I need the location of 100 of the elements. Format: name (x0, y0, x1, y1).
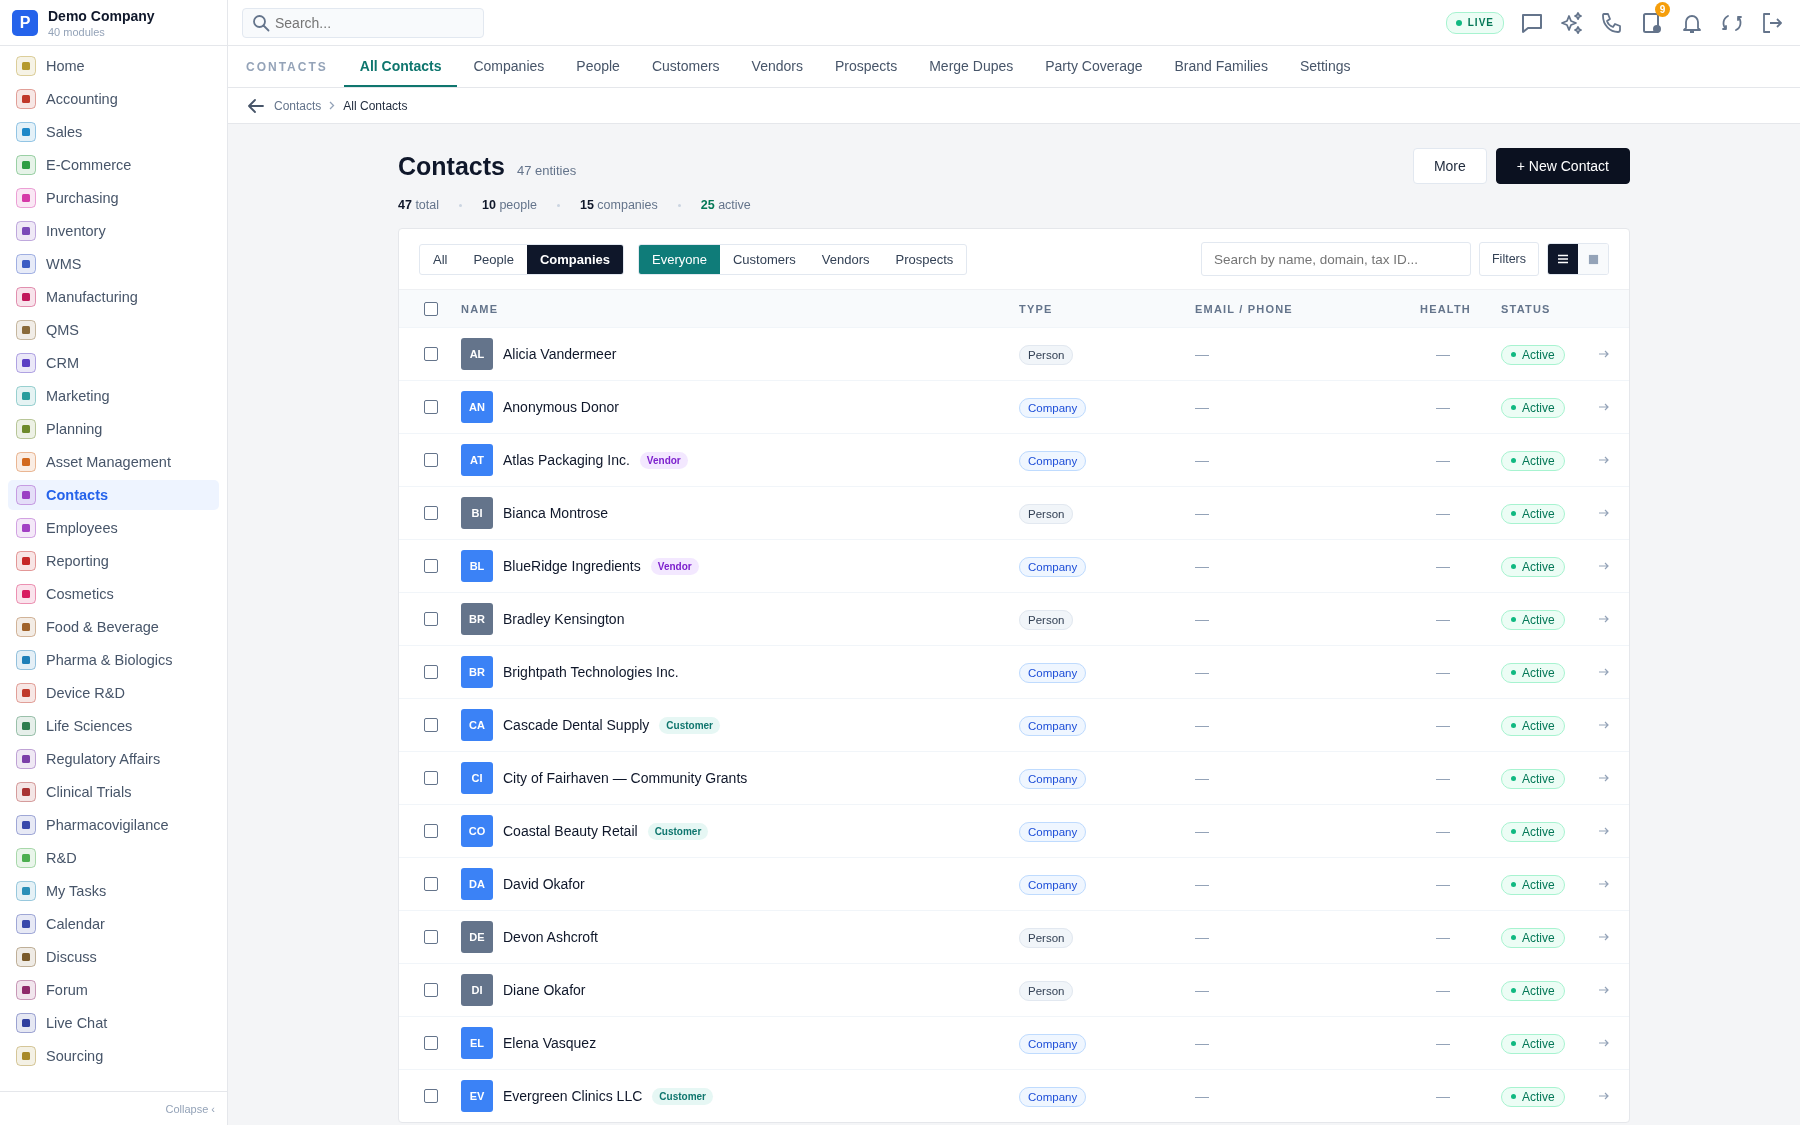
nav-tab[interactable]: Settings (1283, 46, 1367, 87)
sidebar-item[interactable]: Regulatory Affairs (8, 744, 219, 774)
breadcrumb-link[interactable]: All Contacts (343, 98, 408, 113)
sidebar-item[interactable]: Manufacturing (8, 282, 219, 312)
arrow-icon[interactable] (1598, 561, 1610, 571)
sidebar-item[interactable]: E-Commerce (8, 150, 219, 180)
sidebar-item[interactable]: Pharmacovigilance (8, 810, 219, 840)
contact-name[interactable]: Bianca Montrose (503, 505, 609, 521)
filters-button[interactable]: Filters (1478, 242, 1539, 276)
contact-name[interactable]: Bradley Kensington (503, 611, 625, 627)
row-checkbox[interactable] (424, 1089, 438, 1103)
row-checkbox[interactable] (424, 824, 438, 838)
sidebar-item[interactable]: Life Sciences (8, 711, 219, 741)
row-checkbox[interactable] (424, 718, 438, 732)
sidebar-item[interactable]: WMS (8, 249, 219, 279)
contact-name[interactable]: Devon Ashcroft (503, 929, 598, 945)
arrow-icon[interactable] (1598, 667, 1610, 677)
sidebar-item[interactable]: R&D (8, 843, 219, 873)
row-checkbox[interactable] (424, 506, 438, 520)
contact-name[interactable]: Atlas Packaging Inc. (503, 452, 630, 468)
nav-tab[interactable]: People (560, 46, 636, 87)
arrow-icon[interactable] (1598, 455, 1610, 465)
search-field[interactable]: Search... (242, 7, 484, 38)
arrow-icon[interactable] (1598, 1038, 1610, 1048)
new-contact-button[interactable]: + New Contact (1495, 148, 1630, 184)
row-checkbox[interactable] (424, 1036, 438, 1050)
arrow-icon[interactable] (1598, 879, 1610, 889)
breadcrumb-link[interactable]: Contacts (274, 98, 322, 113)
sidebar-item[interactable]: Discuss (8, 942, 219, 972)
sidebar-item[interactable]: Pharma & Biologics (8, 645, 219, 675)
nav-tab[interactable]: Brand Families (1158, 46, 1284, 87)
filter-tab[interactable]: All (420, 244, 461, 274)
nav-tab[interactable]: Prospects (818, 46, 914, 87)
filter-tab[interactable]: Everyone (639, 244, 720, 274)
contact-name[interactable]: David Okafor (503, 876, 585, 892)
row-checkbox[interactable] (424, 400, 438, 414)
sidebar-item[interactable]: My Tasks (8, 876, 219, 906)
sidebar-item[interactable]: Accounting (8, 84, 219, 114)
contact-name[interactable]: Evergreen Clinics LLC (503, 1088, 643, 1104)
sidebar-item[interactable]: Contacts (8, 480, 219, 510)
sidebar-item[interactable]: Food & Beverage (8, 612, 219, 642)
contact-name[interactable]: Brightpath Technologies Inc. (503, 664, 679, 680)
arrow-icon[interactable] (1598, 614, 1610, 624)
logout-icon[interactable] (1760, 10, 1784, 35)
contact-name[interactable]: Diane Okafor (503, 982, 586, 998)
sidebar-item[interactable]: Live Chat (8, 1008, 219, 1038)
sidebar-item[interactable]: Inventory (8, 216, 219, 246)
sidebar-item[interactable]: Forum (8, 975, 219, 1005)
contact-name[interactable]: Anonymous Donor (503, 399, 619, 415)
nav-tab[interactable]: Party Coverage (1029, 46, 1159, 87)
arrow-icon[interactable] (1598, 508, 1610, 518)
sidebar-item[interactable]: Calendar (8, 909, 219, 939)
row-checkbox[interactable] (424, 983, 438, 997)
contact-name[interactable]: BlueRidge Ingredients (503, 558, 641, 574)
sidebar-item[interactable]: Planning (8, 414, 219, 444)
row-checkbox[interactable] (424, 453, 438, 467)
sidebar-item[interactable]: Marketing (8, 381, 219, 411)
sidebar-item[interactable]: CRM (8, 348, 219, 378)
contact-name[interactable]: Coastal Beauty Retail (503, 823, 638, 839)
arrow-icon[interactable] (1598, 349, 1610, 359)
row-checkbox[interactable] (424, 877, 438, 891)
sidebar-item[interactable]: Asset Management (8, 447, 219, 477)
sidebar-item[interactable]: Purchasing (8, 183, 219, 213)
filter-tab[interactable]: Companies (526, 244, 623, 274)
more-button[interactable]: More (1412, 148, 1487, 184)
contact-name[interactable]: Cascade Dental Supply (503, 717, 650, 733)
contact-name[interactable]: Alicia Vandermeer (503, 346, 617, 362)
contact-name[interactable]: City of Fairhaven — Community Grants (503, 770, 748, 786)
row-checkbox[interactable] (424, 559, 438, 573)
sidebar-item[interactable]: Reporting (8, 546, 219, 576)
row-checkbox[interactable] (424, 665, 438, 679)
filter-tab[interactable]: Vendors (808, 244, 883, 274)
arrow-icon[interactable] (1598, 985, 1610, 995)
sidebar-item[interactable]: Sales (8, 117, 219, 147)
row-checkbox[interactable] (424, 771, 438, 785)
nav-tab[interactable]: Customers (635, 46, 736, 87)
sidebar-item[interactable]: Home (8, 51, 219, 81)
select-all-checkbox[interactable] (424, 301, 438, 316)
filter-tab[interactable]: People (460, 244, 527, 274)
sparkle-icon[interactable] (1560, 10, 1584, 35)
sidebar-item[interactable]: Employees (8, 513, 219, 543)
filter-tab[interactable]: Customers (719, 244, 809, 274)
phone-icon[interactable] (1600, 10, 1624, 35)
sidebar-item[interactable]: Clinical Trials (8, 777, 219, 807)
arrow-icon[interactable] (1598, 402, 1610, 412)
sidebar-item[interactable]: QMS (8, 315, 219, 345)
sidebar-item[interactable]: Sourcing (8, 1041, 219, 1071)
arrow-icon[interactable] (1598, 932, 1610, 942)
nav-tab[interactable]: Merge Dupes (913, 46, 1030, 87)
row-checkbox[interactable] (424, 347, 438, 361)
arrow-icon[interactable] (1598, 1091, 1610, 1101)
row-checkbox[interactable] (424, 930, 438, 944)
arrow-icon[interactable] (1598, 720, 1610, 730)
row-checkbox[interactable] (424, 612, 438, 626)
arrow-icon[interactable] (1598, 773, 1610, 783)
contact-name[interactable]: Elena Vasquez (503, 1035, 597, 1051)
filter-tab[interactable]: Prospects (882, 244, 967, 274)
search-field[interactable]: Search by name, domain, tax ID... (1200, 242, 1471, 276)
nav-tab[interactable]: Vendors (735, 46, 819, 87)
sidebar-item[interactable]: Device R&D (8, 678, 219, 708)
